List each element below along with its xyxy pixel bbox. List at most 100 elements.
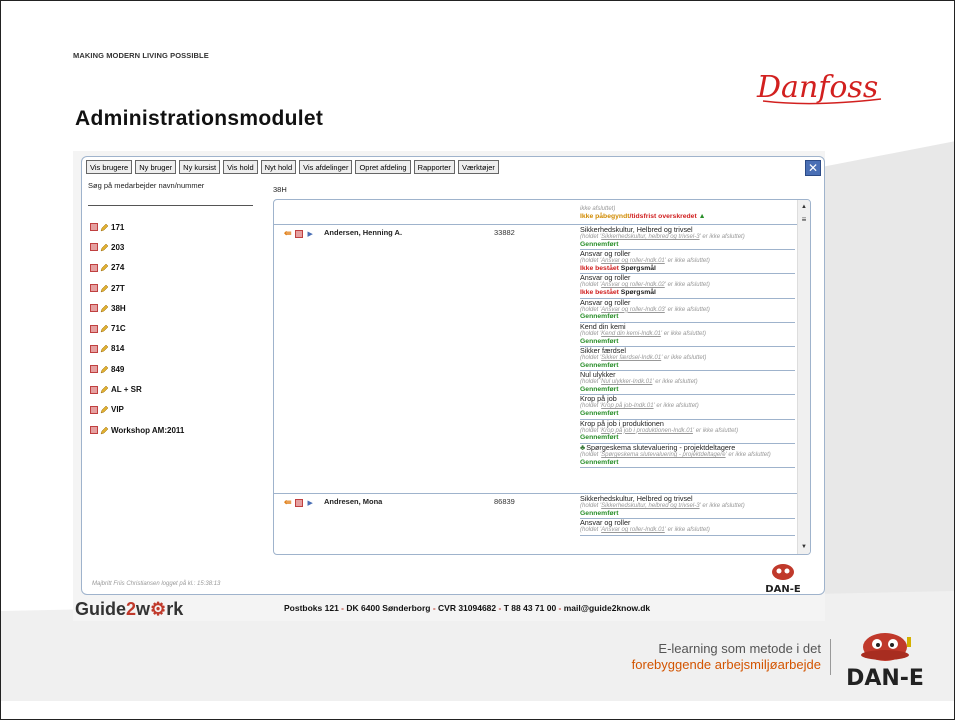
team-link[interactable]: Sikkerhedskultur, helbred og trivsel-3 [601,503,699,509]
team-link[interactable]: Spørgeskema slutevaluering - projektdelt… [601,452,725,458]
group-label[interactable]: 27T [111,284,125,293]
group-label[interactable]: Workshop AM:2011 [111,426,184,435]
team-link[interactable]: Ansvar og roller-Indk.02 [601,282,665,288]
group-item[interactable]: VIP [90,400,260,420]
close-button[interactable]: ✕ [805,160,821,176]
toolbar-button-nyt-hold[interactable]: Nyt hold [260,160,297,174]
course-hint: (holdet 'Krop på job-Indk.01' er ikke af… [580,403,795,410]
delete-icon[interactable] [90,344,98,353]
edit-pencil-icon[interactable] [100,263,109,272]
edit-pencil-icon[interactable] [100,344,109,353]
hint-suffix: ' er ikke afsluttet) [664,258,710,265]
toolbar-button-ny-bruger[interactable]: Ny bruger [135,160,177,174]
delete-icon[interactable] [90,243,98,252]
team-link[interactable]: Ansvar og roller-Indk.01 [601,258,665,264]
team-link[interactable]: Sikker færdsel-Indk.01 [601,355,661,361]
toolbar-button-vis-hold[interactable]: Vis hold [223,160,258,174]
course-name-text: Sikkerhedskultur, Helbred og trivsel [580,225,693,234]
course-entry: Ansvar og roller (holdet 'Ansvar og rolle… [580,519,795,536]
group-item[interactable]: 203 [90,237,260,257]
toolbar: Vis brugere Ny bruger Ny kursist Vis hold Ny… [86,160,499,176]
edit-pencil-icon[interactable] [100,243,109,252]
status-label: Gennemført [580,337,619,345]
group-label[interactable]: 274 [111,263,124,272]
hint-suffix: ' er ikke afsluttet) [699,503,745,509]
hint-prefix: (holdet ' [580,427,602,434]
team-link[interactable]: Krop på job-Indk.01 [601,403,653,409]
scroll-down-icon[interactable]: ▼ [798,544,810,550]
delete-icon[interactable] [90,405,98,414]
team-link[interactable]: Ansvar og roller-Indk.01 [601,527,665,533]
group-item[interactable]: 27T [90,278,260,298]
course-hint: (holdet 'Sikkerhedskultur, helbred og tr… [580,234,795,241]
toolbar-button-vis-brugere[interactable]: Vis brugere [86,160,133,174]
group-item[interactable]: 38H [90,298,260,318]
edit-pencil-icon[interactable] [100,284,109,293]
expand-arrow-icon[interactable]: ▶ [308,499,313,507]
danfoss-logo-text: Danfoss [756,70,878,105]
edit-pencil-icon[interactable] [100,385,109,394]
hint-prefix: (holdet ' [580,330,602,337]
edit-pencil-icon[interactable] [100,304,109,313]
team-link[interactable]: Ansvar og roller-Indk.03 [601,307,665,313]
team-link[interactable]: Sikkerhedskultur, helbred og trivsel-3 [601,234,699,240]
move-arrow-icon[interactable]: ⇚ [284,228,292,239]
edit-pencil-icon[interactable] [100,324,109,333]
search-input[interactable] [88,191,192,203]
expand-arrow-icon[interactable]: ▶ [308,230,313,238]
delete-icon[interactable] [294,498,303,507]
delete-icon[interactable] [90,304,98,313]
course-name-text: Ansvar og roller [580,518,631,528]
toolbar-button-opret-afdeling[interactable]: Opret afdeling [355,160,411,174]
group-item[interactable]: 71C [90,318,260,338]
group-label[interactable]: AL + SR [111,385,142,394]
group-item[interactable]: Workshop AM:2011 [90,420,260,440]
toolbar-button-rapporter[interactable]: Rapporter [413,160,455,174]
scroll-up-icon[interactable]: ▲ [798,204,810,210]
group-label[interactable]: 849 [111,365,124,374]
group-label[interactable]: VIP [111,405,124,414]
edit-pencil-icon[interactable] [100,405,109,414]
guide2work-logo: Guide2w⚙rk [75,599,184,619]
course-name-text: Ansvar og roller [580,249,631,259]
group-label[interactable]: 38H [111,304,126,313]
group-label[interactable]: 171 [111,223,124,232]
delete-icon[interactable] [90,284,98,293]
delete-icon[interactable] [90,426,98,435]
person-number: 86839 [494,497,515,506]
scroll-grip-icon[interactable]: ≡ [798,215,810,224]
team-link[interactable]: Krop på job i produktionen-Indk.01 [601,428,693,434]
group-item[interactable]: AL + SR [90,379,260,399]
group-label[interactable]: 814 [111,344,124,353]
danfoss-logo: Danfoss [756,70,882,105]
delete-icon[interactable] [90,223,98,232]
toolbar-button-ny-kursist[interactable]: Ny kursist [179,160,221,174]
person-name[interactable]: Andersen, Henning A. [324,228,402,237]
person-name[interactable]: Andresen, Mona [324,497,382,506]
toolbar-button-vis-afdelinger[interactable]: Vis afdelinger [299,160,353,174]
group-item[interactable]: 814 [90,339,260,359]
status-label: Gennemført [580,434,619,442]
team-link[interactable]: Nul ulykker-Indk.01 [601,379,652,385]
group-label[interactable]: 203 [111,243,124,252]
course-name-text: Sikkerhedskultur, Helbred og trivsel [580,494,693,503]
course-status: Ikke bestået Spørgsmål [580,265,795,273]
edit-pencil-icon[interactable] [100,223,109,232]
group-item[interactable]: 171 [90,217,260,237]
delete-icon[interactable] [90,324,98,333]
toolbar-button-v-rkt-jer[interactable]: Værktøjer [457,160,499,174]
delete-icon[interactable] [90,385,98,394]
group-item[interactable]: 274 [90,258,260,278]
scrollbar[interactable]: ▲ ≡ ▼ [797,200,810,554]
edit-pencil-icon[interactable] [100,365,109,374]
move-arrow-icon[interactable]: ⇚ [284,497,292,508]
team-link[interactable]: Kend din kemi-Indk.01 [601,331,661,337]
course-entry: Kend din kemi (holdet 'Kend din kemi-Indk… [580,322,795,348]
group-item[interactable]: 849 [90,359,260,379]
group-label[interactable]: 71C [111,324,126,333]
delete-icon[interactable] [90,365,98,374]
delete-icon[interactable] [294,229,303,238]
course-status: Gennemført [580,338,795,346]
delete-icon[interactable] [90,263,98,272]
edit-pencil-icon[interactable] [100,426,109,435]
